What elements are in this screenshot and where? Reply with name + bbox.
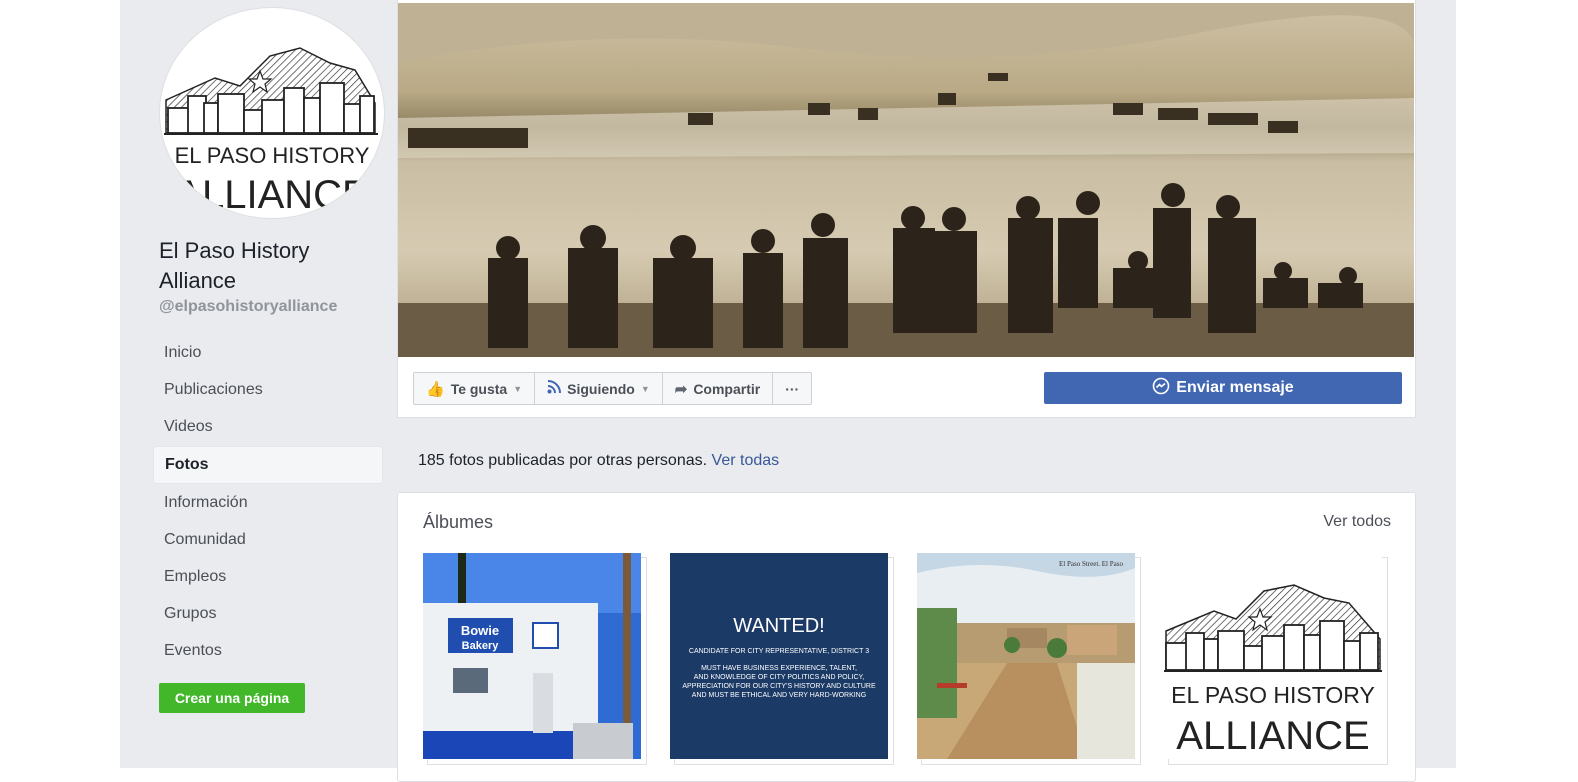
profile-picture[interactable]: EL PASO HISTORY ALLIANCE xyxy=(159,7,385,219)
share-label: Compartir xyxy=(693,380,761,397)
create-page-button[interactable]: Crear una página xyxy=(159,683,305,713)
follow-label: Siguiendo xyxy=(567,380,635,397)
chevron-down-icon: ▼ xyxy=(513,383,523,394)
svg-text:CANDIDATE FOR CITY REPRESENTAT: CANDIDATE FOR CITY REPRESENTATIVE, DISTR… xyxy=(689,648,869,655)
send-message-label: Enviar mensaje xyxy=(1176,379,1294,396)
sidebar-nav: Inicio Publicaciones Videos Fotos Inform… xyxy=(153,335,383,670)
wanted-poster: WANTED! CANDIDATE FOR CITY REPRESENTATIV… xyxy=(670,553,888,759)
more-button[interactable]: ··· xyxy=(773,373,811,404)
see-all-photos-link[interactable]: Ver todas xyxy=(712,452,780,469)
rss-icon xyxy=(547,380,562,397)
bakery-photo: Bowie Bakery xyxy=(423,553,641,759)
photos-by-others: 185 fotos publicadas por otras personas.… xyxy=(418,452,779,470)
svg-text:Bakery: Bakery xyxy=(462,640,500,652)
svg-text:WANTED!: WANTED! xyxy=(733,615,824,637)
sidebar-item-informacion[interactable]: Información xyxy=(153,485,383,521)
sidebar-item-inicio[interactable]: Inicio xyxy=(153,335,383,371)
sidebar-item-publicaciones[interactable]: Publicaciones xyxy=(153,372,383,408)
logo-text-line1: EL PASO HISTORY xyxy=(175,143,370,168)
svg-text:EL PASO HISTORY: EL PASO HISTORY xyxy=(1171,682,1375,708)
sidebar-item-empleos[interactable]: Empleos xyxy=(153,559,383,595)
album-thumbnail[interactable]: EL PASO HISTORY ALLIANCE xyxy=(1164,553,1388,765)
like-label: Te gusta xyxy=(450,380,508,397)
chevron-down-icon: ▼ xyxy=(640,383,650,394)
sidebar-item-grupos[interactable]: Grupos xyxy=(153,596,383,632)
page-title[interactable]: El Paso History Alliance xyxy=(159,236,389,296)
album-thumbnail[interactable]: WANTED! CANDIDATE FOR CITY REPRESENTATIV… xyxy=(670,553,894,765)
share-arrow-icon: ➦ xyxy=(674,380,688,398)
album-thumbnail[interactable]: Bowie Bakery xyxy=(423,553,647,765)
messenger-icon xyxy=(1152,377,1170,400)
photos-count-text: 185 fotos publicadas por otras personas. xyxy=(418,452,708,469)
svg-text:AND KNOWLEDGE OF CITY POLITICS: AND KNOWLEDGE OF CITY POLITICS AND POLIC… xyxy=(694,674,865,681)
cover-card: 👍 Te gusta ▼ Siguiendo ▼ ➦ Compartir ···… xyxy=(397,0,1416,418)
el-paso-history-logo: EL PASO HISTORY ALLIANCE xyxy=(1164,553,1382,759)
svg-text:AND MUST BE ETHICAL AND VERY H: AND MUST BE ETHICAL AND VERY HARD-WORKIN… xyxy=(692,692,866,699)
see-all-albums-link[interactable]: Ver todos xyxy=(1323,513,1391,531)
sidebar-item-fotos[interactable]: Fotos xyxy=(153,446,383,484)
el-paso-history-logo: EL PASO HISTORY ALLIANCE xyxy=(164,47,378,217)
svg-text:El Paso Street. El Paso: El Paso Street. El Paso xyxy=(1059,560,1123,568)
page-actions: 👍 Te gusta ▼ Siguiendo ▼ ➦ Compartir ··· xyxy=(413,372,813,405)
send-message-button[interactable]: Enviar mensaje xyxy=(1044,372,1402,404)
sidebar-item-comunidad[interactable]: Comunidad xyxy=(153,522,383,558)
svg-text:APPRECIATION FOR OUR CITY'S HI: APPRECIATION FOR OUR CITY'S HISTORY AND … xyxy=(682,683,876,690)
albums-title: Álbumes xyxy=(423,512,494,532)
postcard-el-paso-street: El Paso Street. El Paso xyxy=(917,553,1135,759)
share-button[interactable]: ➦ Compartir xyxy=(663,373,774,404)
thumbs-up-icon: 👍 xyxy=(426,380,445,398)
svg-text:ALLIANCE: ALLIANCE xyxy=(1176,714,1369,758)
svg-text:Bowie: Bowie xyxy=(461,623,499,638)
cover-photo[interactable] xyxy=(398,3,1414,357)
album-thumbnail[interactable]: El Paso Street. El Paso xyxy=(917,553,1141,765)
sidebar-item-videos[interactable]: Videos xyxy=(153,409,383,445)
like-button[interactable]: 👍 Te gusta ▼ xyxy=(414,373,536,404)
svg-text:MUST HAVE BUSINESS EXPERIENCE,: MUST HAVE BUSINESS EXPERIENCE, TALENT, xyxy=(701,665,857,672)
sidebar-item-eventos[interactable]: Eventos xyxy=(153,633,383,669)
page-handle[interactable]: @elpasohistoryalliance xyxy=(159,298,337,316)
albums-section: Álbumes Ver todos Bowie Bakery WANTED! C… xyxy=(397,492,1416,782)
historic-river-photo xyxy=(398,3,1414,357)
follow-button[interactable]: Siguiendo ▼ xyxy=(535,373,663,404)
